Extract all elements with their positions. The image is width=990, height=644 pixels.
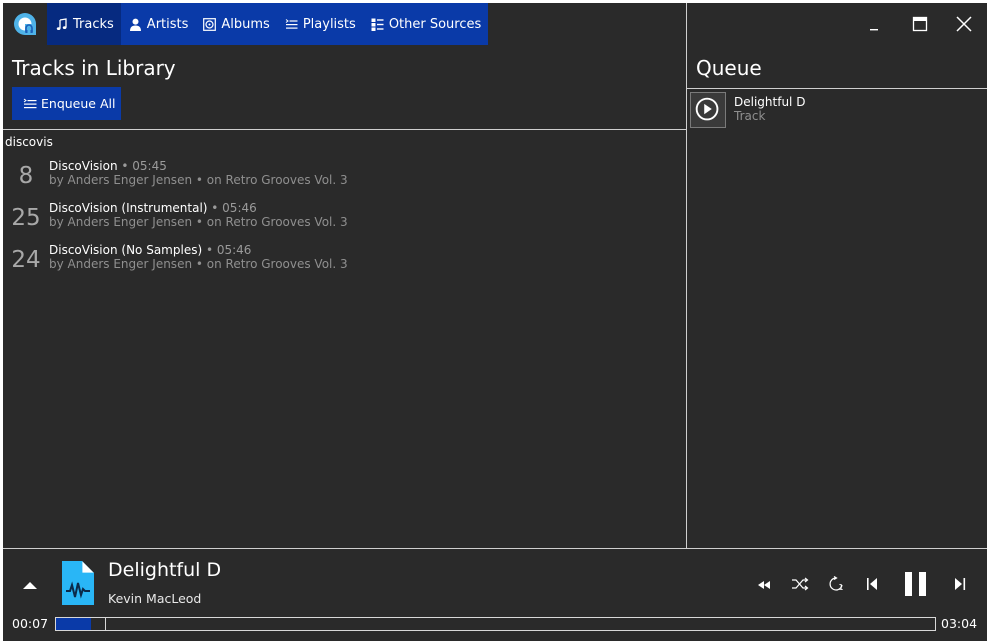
playlist-icon bbox=[285, 18, 298, 29]
divider bbox=[687, 88, 987, 89]
minimize-icon bbox=[870, 29, 878, 31]
track-title-line: DiscoVision (No Samples) • 05:46 bbox=[49, 243, 251, 257]
close-button[interactable] bbox=[953, 13, 975, 35]
previous-button[interactable] bbox=[865, 576, 881, 596]
main-nav: Tracks Artists Albums Playlists Other So… bbox=[47, 3, 489, 45]
track-number: 24 bbox=[11, 247, 41, 273]
track-title: DiscoVision (No Samples) bbox=[49, 243, 203, 257]
track-duration: • 05:46 bbox=[207, 201, 257, 215]
pause-icon bbox=[905, 572, 926, 596]
divider bbox=[3, 129, 686, 130]
rewind-icon bbox=[758, 581, 770, 589]
track-title-line: DiscoVision (Instrumental) • 05:46 bbox=[49, 201, 257, 215]
now-playing-artist: Kevin MacLeod bbox=[108, 591, 202, 606]
track-row[interactable]: 25 DiscoVision (Instrumental) • 05:46 by… bbox=[3, 201, 686, 241]
repeat-icon: 1 bbox=[829, 575, 844, 592]
track-duration: • 05:46 bbox=[202, 243, 252, 257]
elapsed-time: 00:07 bbox=[12, 616, 49, 631]
sources-icon bbox=[371, 18, 384, 31]
queue-play-button[interactable] bbox=[690, 92, 726, 128]
tab-albums-label: Albums bbox=[221, 16, 270, 32]
close-icon bbox=[956, 16, 972, 32]
pane-divider bbox=[686, 3, 687, 548]
track-meta: by Anders Enger Jensen • on Retro Groove… bbox=[49, 173, 348, 187]
app-logo-icon bbox=[13, 12, 37, 36]
skip-previous-icon bbox=[867, 578, 877, 590]
enqueue-all-button[interactable]: Enqueue All bbox=[12, 87, 121, 120]
maximize-button[interactable] bbox=[909, 13, 931, 35]
track-number: 8 bbox=[18, 163, 34, 189]
track-meta: by Anders Enger Jensen • on Retro Groove… bbox=[49, 257, 348, 271]
svg-text:1: 1 bbox=[839, 583, 844, 592]
progress-bar[interactable] bbox=[55, 617, 936, 631]
maximize-icon bbox=[912, 16, 928, 32]
track-title-line: DiscoVision • 05:45 bbox=[49, 159, 167, 173]
shuffle-button[interactable] bbox=[791, 576, 809, 596]
shuffle-icon bbox=[792, 577, 809, 591]
rewind-button[interactable] bbox=[755, 577, 773, 596]
queue-item-kind: Track bbox=[734, 109, 766, 123]
tab-artists-label: Artists bbox=[146, 16, 189, 32]
tab-tracks[interactable]: Tracks bbox=[47, 3, 121, 45]
track-row[interactable]: 24 DiscoVision (No Samples) • 05:46 by A… bbox=[3, 243, 686, 283]
person-icon bbox=[129, 18, 141, 31]
tab-artists[interactable]: Artists bbox=[121, 3, 196, 45]
track-meta: by Anders Enger Jensen • on Retro Groove… bbox=[49, 215, 348, 229]
next-button[interactable] bbox=[952, 576, 968, 596]
tab-albums[interactable]: Albums bbox=[195, 3, 276, 45]
tab-tracks-label: Tracks bbox=[73, 16, 114, 32]
pause-button[interactable] bbox=[903, 571, 929, 601]
queue-item[interactable]: Delightful D Track bbox=[689, 91, 985, 131]
queue-title: Queue bbox=[696, 56, 762, 80]
tab-other-sources-label: Other Sources bbox=[388, 16, 482, 32]
tab-other-sources[interactable]: Other Sources bbox=[363, 3, 488, 45]
app-window: Tracks Artists Albums Playlists Other So… bbox=[3, 3, 987, 641]
track-row[interactable]: 8 DiscoVision • 05:45 by Anders Enger Je… bbox=[3, 159, 686, 199]
total-time: 03:04 bbox=[941, 616, 978, 631]
track-title: DiscoVision (Instrumental) bbox=[49, 201, 208, 215]
page-title: Tracks in Library bbox=[12, 56, 176, 80]
minimize-button[interactable] bbox=[863, 13, 885, 35]
track-duration: • 05:45 bbox=[117, 159, 167, 173]
repeat-button[interactable]: 1 bbox=[828, 575, 846, 596]
skip-next-icon bbox=[955, 578, 966, 590]
track-number: 25 bbox=[11, 205, 41, 231]
expand-player-button[interactable] bbox=[21, 577, 39, 591]
tab-playlists[interactable]: Playlists bbox=[277, 3, 363, 45]
queue-item-name: Delightful D bbox=[734, 95, 806, 109]
audio-file-icon bbox=[62, 561, 94, 605]
chevron-up-icon bbox=[23, 582, 37, 589]
track-title: DiscoVision bbox=[49, 159, 118, 173]
divider bbox=[3, 548, 987, 549]
album-icon bbox=[203, 17, 217, 31]
enqueue-all-label: Enqueue All bbox=[41, 96, 116, 111]
play-circle-icon bbox=[695, 97, 719, 121]
music-note-icon bbox=[56, 17, 67, 30]
now-playing-title: Delightful D bbox=[108, 559, 222, 581]
tab-playlists-label: Playlists bbox=[302, 16, 356, 32]
search-input[interactable] bbox=[5, 134, 305, 150]
enqueue-icon bbox=[23, 98, 37, 108]
progress-fill bbox=[56, 618, 92, 630]
progress-handle[interactable] bbox=[105, 618, 107, 630]
library-pane: Tracks in Library Enqueue All 8 DiscoVis… bbox=[3, 45, 686, 548]
